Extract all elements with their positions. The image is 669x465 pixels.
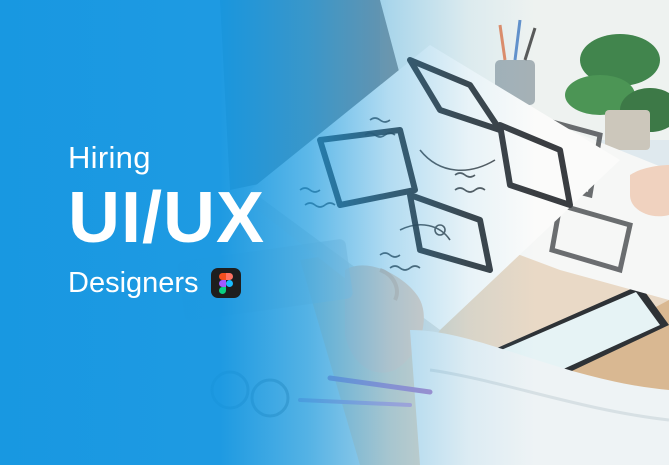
role-title: UI/UX: [68, 178, 266, 258]
headline-block: Hiring UI/UX Designers: [68, 140, 265, 300]
hiring-label: Hiring: [68, 140, 151, 175]
hiring-banner: Hiring UI/UX Designers: [0, 0, 669, 465]
figma-icon: [210, 268, 241, 298]
designers-label: Designers: [68, 267, 199, 299]
designers-row: Designers: [68, 266, 265, 300]
